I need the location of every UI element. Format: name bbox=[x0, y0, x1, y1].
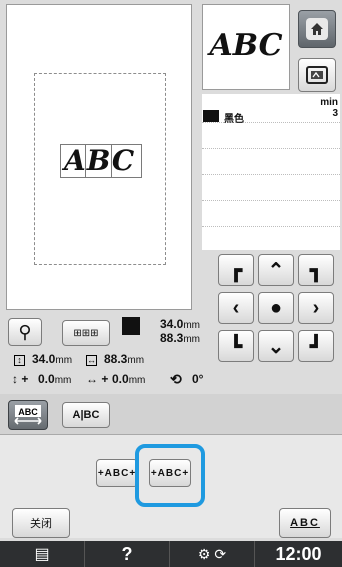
vertical-offset-value: 0.0 bbox=[38, 372, 55, 386]
reset-spacing-label: ABC bbox=[290, 517, 320, 529]
reset-spacing-button[interactable]: ABC bbox=[279, 508, 331, 538]
svg-text:ABC: ABC bbox=[18, 407, 38, 417]
arrow-left-icon: ‹ bbox=[232, 296, 240, 319]
move-down-button[interactable]: ⌄ bbox=[258, 330, 294, 362]
tab-bar bbox=[0, 394, 342, 434]
move-right-button[interactable]: › bbox=[298, 292, 334, 324]
info-width-value: 88.3 bbox=[104, 352, 128, 366]
horizontal-offset-value: 0.0 bbox=[112, 372, 129, 386]
corner-up-right-icon: ┓ bbox=[309, 259, 323, 282]
help-button[interactable]: ? bbox=[85, 541, 170, 567]
corner-up-left-icon: ┏ bbox=[229, 259, 243, 282]
thumbnail-text: ABC bbox=[209, 28, 283, 63]
machine-settings-icon: ⚙ ⟳ bbox=[197, 545, 227, 562]
move-down-right-button[interactable]: ┛ bbox=[298, 330, 334, 362]
layout-icon: ⊞⊞⊞ bbox=[73, 327, 99, 339]
move-up-left-button[interactable]: ┏ bbox=[218, 254, 254, 286]
move-down-left-button[interactable]: ┗ bbox=[218, 330, 254, 362]
layout-button[interactable]: ⊞⊞⊞ bbox=[62, 320, 110, 346]
arrow-right-icon: › bbox=[312, 296, 320, 319]
embroidery-text-preview: ABC bbox=[60, 144, 142, 178]
frame-display-button[interactable] bbox=[298, 58, 336, 92]
magnifier-icon: ⚲ bbox=[18, 321, 32, 342]
width-icon: ↔ bbox=[86, 355, 97, 366]
move-left-button[interactable]: ‹ bbox=[218, 292, 254, 324]
corner-down-right-icon: ┛ bbox=[309, 335, 323, 358]
frame-icon bbox=[306, 66, 328, 84]
center-dot-icon: ● bbox=[269, 296, 283, 319]
vertical-move-icon: ↕ bbox=[12, 372, 18, 386]
settings-button[interactable]: ⚙ ⟳ bbox=[170, 541, 255, 567]
home-icon bbox=[306, 18, 328, 40]
increase-spacing-button[interactable]: +ABC+ bbox=[149, 459, 191, 487]
time-value: 3 bbox=[332, 108, 338, 119]
move-up-button[interactable]: ⌃ bbox=[258, 254, 294, 286]
zoom-button[interactable]: ⚲ bbox=[8, 318, 42, 346]
preview-text: ABC bbox=[64, 144, 136, 177]
increase-spacing-label: +ABC+ bbox=[150, 467, 190, 479]
arrow-up-icon: ⌃ bbox=[267, 259, 285, 282]
rotate-icon: ⟲ bbox=[170, 371, 182, 387]
home-button[interactable] bbox=[298, 10, 336, 48]
decrease-spacing-label: +ABC+ bbox=[97, 467, 137, 479]
document-icon: ▤ bbox=[34, 546, 50, 563]
horizontal-move-icon: ↔ bbox=[86, 372, 98, 386]
size-icon bbox=[122, 317, 140, 335]
tab-spacing[interactable]: ABC bbox=[8, 400, 48, 430]
decrease-spacing-button[interactable]: +ABC+ bbox=[96, 459, 138, 487]
thread-color-swatch bbox=[203, 110, 219, 122]
move-up-right-button[interactable]: ┓ bbox=[298, 254, 334, 286]
tab-letter-spacing-label: A|BC bbox=[72, 409, 100, 421]
tab-letter-spacing[interactable]: A|BC bbox=[62, 402, 110, 428]
document-button[interactable]: ▤ bbox=[0, 541, 85, 567]
close-button[interactable]: 关闭 bbox=[12, 508, 70, 538]
arrow-down-icon: ⌄ bbox=[267, 335, 285, 358]
clock: 12:00 bbox=[275, 543, 322, 564]
pattern-width-value: 34.0 bbox=[159, 317, 184, 331]
height-icon: ↕ bbox=[14, 355, 25, 366]
rotation-angle-value: 0° bbox=[192, 372, 204, 386]
help-icon: ? bbox=[121, 543, 133, 564]
character-spacing-icon: ABC bbox=[14, 405, 42, 425]
thread-color-name: 黑色 bbox=[224, 114, 244, 125]
info-height-value: 34.0 bbox=[32, 352, 56, 366]
corner-down-left-icon: ┗ bbox=[229, 335, 243, 358]
close-label: 关闭 bbox=[30, 518, 52, 530]
move-center-button[interactable]: ● bbox=[258, 292, 294, 324]
time-unit-label: min bbox=[320, 97, 338, 108]
pattern-height-value: 88.3 bbox=[159, 331, 184, 345]
